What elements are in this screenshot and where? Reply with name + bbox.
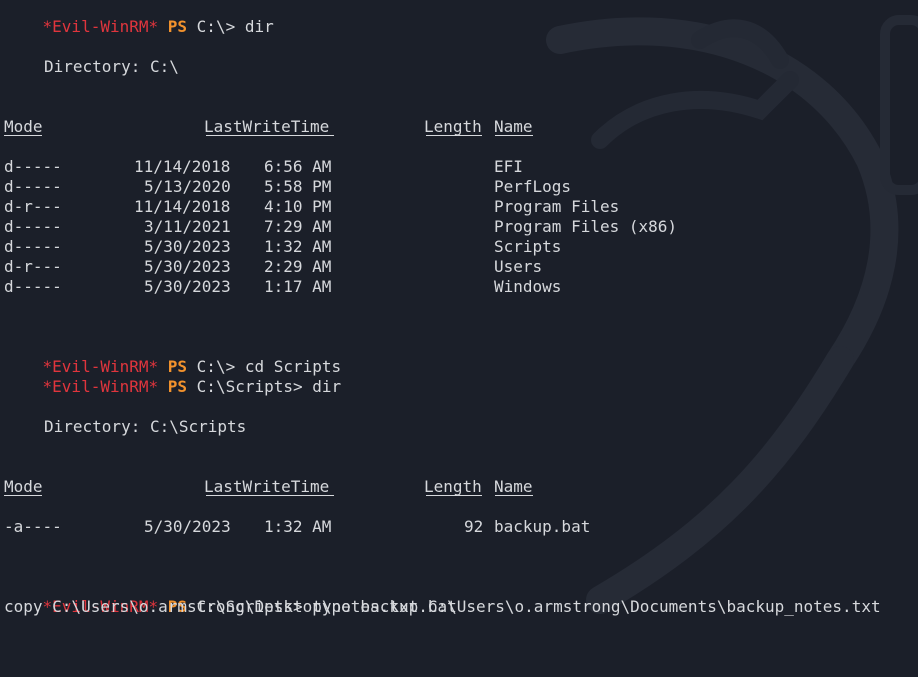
row-name: Users bbox=[494, 257, 543, 276]
row-time: 6:56 AM bbox=[264, 157, 332, 176]
row-time: 2:29 AM bbox=[264, 257, 332, 276]
underline bbox=[495, 135, 533, 136]
row-date: 11/14/2018 bbox=[134, 157, 231, 176]
col-length: Length bbox=[424, 477, 482, 496]
col-mode: Mode bbox=[4, 477, 43, 496]
row-mode: d----- bbox=[4, 217, 62, 236]
underline bbox=[4, 135, 42, 136]
underline bbox=[426, 495, 482, 496]
row-date: 5/13/2020 bbox=[144, 177, 231, 196]
underline bbox=[426, 135, 482, 136]
table-row: d----- 3/11/2021 7:29 AM Program Files (… bbox=[4, 217, 904, 237]
row-mode: d-r--- bbox=[4, 257, 62, 276]
table-row: d----- 5/30/2023 1:17 AM Windows bbox=[4, 277, 904, 297]
table-row: d-r--- 11/14/2018 4:10 PM Program Files bbox=[4, 197, 904, 217]
row-mode: d----- bbox=[4, 177, 62, 196]
table-row: d-r--- 5/30/2023 2:29 AM Users bbox=[4, 257, 904, 277]
row-date: 3/11/2021 bbox=[144, 217, 231, 236]
row-name: Program Files bbox=[494, 197, 620, 216]
row-time: 5:58 PM bbox=[264, 177, 332, 196]
table-row: -a---- 5/30/2023 1:32 AM 92 backup.bat bbox=[4, 517, 904, 537]
row-date: 5/30/2023 bbox=[144, 257, 231, 276]
directory-heading: Directory: C:\Scripts bbox=[44, 417, 247, 436]
prompt-line: *Evil-WinRM* PS C:\Scripts> dir bbox=[4, 357, 342, 396]
directory-heading: Directory: C:\ bbox=[44, 57, 179, 76]
row-mode: d----- bbox=[4, 237, 62, 256]
col-lastwritetime: LastWriteTime bbox=[204, 477, 330, 496]
row-mode: d-r--- bbox=[4, 197, 62, 216]
row-mode: d----- bbox=[4, 277, 62, 296]
command-text: C:\> dir bbox=[196, 17, 274, 36]
table-row: d----- 5/13/2020 5:58 PM PerfLogs bbox=[4, 177, 904, 197]
table-row: d----- 11/14/2018 6:56 AM EFI bbox=[4, 157, 904, 177]
row-name: PerfLogs bbox=[494, 177, 572, 196]
row-date: 5/30/2023 bbox=[144, 237, 231, 256]
prompt-line: *Evil-WinRM* PS C:\> dir bbox=[4, 0, 274, 36]
table-row: d----- 5/30/2023 1:32 AM Scripts bbox=[4, 237, 904, 257]
row-time: 1:32 AM bbox=[264, 237, 332, 256]
col-name: Name bbox=[494, 477, 533, 496]
row-name: EFI bbox=[494, 157, 523, 176]
underline bbox=[495, 495, 533, 496]
row-name: Program Files (x86) bbox=[494, 217, 678, 236]
prompt-tag: *Evil-WinRM* bbox=[42, 17, 159, 36]
row-time: 1:17 AM bbox=[264, 277, 332, 296]
table-header: Mode LastWriteTime Length Name bbox=[4, 117, 904, 137]
underline bbox=[4, 495, 42, 496]
col-mode: Mode bbox=[4, 117, 43, 136]
underline bbox=[206, 495, 334, 496]
col-lastwritetime: LastWriteTime bbox=[204, 117, 330, 136]
command-text: C:\Scripts> dir bbox=[196, 377, 342, 396]
table-header: Mode LastWriteTime Length Name bbox=[4, 477, 904, 497]
col-name: Name bbox=[494, 117, 533, 136]
row-date: 11/14/2018 bbox=[134, 197, 231, 216]
row-time: 4:10 PM bbox=[264, 197, 332, 216]
row-name: Scripts bbox=[494, 237, 562, 256]
row-name: Windows bbox=[494, 277, 562, 296]
ps-label: PS bbox=[167, 17, 188, 36]
row-mode: -a---- bbox=[4, 517, 62, 536]
prompt-line: *Evil-WinRM* PS C:\> cd Scripts bbox=[4, 337, 342, 376]
file-output-line: copy C:\Users\o.armstrong\Desktop\notes.… bbox=[4, 597, 881, 616]
row-length: 92 bbox=[464, 517, 484, 536]
row-date: 5/30/2023 bbox=[144, 517, 231, 536]
terminal-window[interactable]: *Evil-WinRM* PS C:\> dir Directory: C:\ … bbox=[0, 0, 918, 619]
row-mode: d----- bbox=[4, 157, 62, 176]
row-date: 5/30/2023 bbox=[144, 277, 231, 296]
row-name: backup.bat bbox=[494, 517, 591, 536]
prompt-line: *Evil-WinRM* PS C:\Scripts> type backup.… bbox=[4, 577, 457, 616]
row-time: 1:32 AM bbox=[264, 517, 332, 536]
underline bbox=[206, 135, 334, 136]
ps-label: PS bbox=[167, 377, 188, 396]
prompt-tag: *Evil-WinRM* bbox=[42, 377, 159, 396]
row-time: 7:29 AM bbox=[264, 217, 332, 236]
col-length: Length bbox=[424, 117, 482, 136]
